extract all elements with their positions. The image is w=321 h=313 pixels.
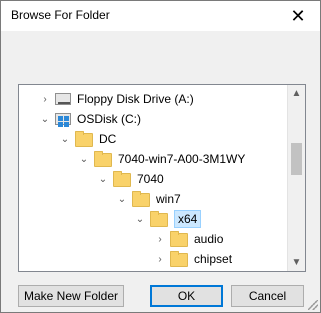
folder-icon <box>94 151 112 167</box>
browse-for-folder-dialog: Browse For Folder ✕ › Floppy Disk Drive … <box>0 0 321 313</box>
tree-item-7040-win7[interactable]: ⌄ 7040-win7-A00-3M1WY <box>78 149 245 169</box>
folder-icon <box>132 191 150 207</box>
tree-item-label-selected: x64 <box>174 210 202 228</box>
tree-item-label: OSDisk (C:) <box>77 112 141 126</box>
tree-item-win7[interactable]: ⌄ win7 <box>116 189 181 209</box>
folder-icon <box>150 211 168 227</box>
folder-tree[interactable]: › Floppy Disk Drive (A:) ⌄ OSDisk (C:) ⌄… <box>18 84 306 272</box>
chevron-down-icon[interactable]: ⌄ <box>116 193 128 205</box>
ok-button[interactable]: OK <box>150 285 223 307</box>
tree-item-label: audio <box>194 232 224 246</box>
title-bar: Browse For Folder ✕ <box>1 1 320 31</box>
scroll-up-button[interactable]: ▲ <box>288 85 305 102</box>
dialog-instruction-area <box>1 31 320 83</box>
chevron-down-icon[interactable]: ⌄ <box>59 133 71 145</box>
make-new-folder-button[interactable]: Make New Folder <box>18 285 124 307</box>
chevron-down-icon[interactable]: ⌄ <box>97 173 109 185</box>
folder-icon <box>170 231 188 247</box>
tree-item-label: 7040 <box>137 172 164 186</box>
vertical-scrollbar[interactable]: ▲ ▼ <box>287 85 305 271</box>
tree-item-7040[interactable]: ⌄ 7040 <box>97 169 164 189</box>
window-title: Browse For Folder <box>11 8 110 22</box>
tree-item-label: chipset <box>194 252 233 266</box>
resize-grip[interactable] <box>308 300 318 310</box>
windows-drive-icon <box>55 113 71 125</box>
scroll-down-icon: ▼ <box>291 257 302 268</box>
close-icon: ✕ <box>290 5 306 26</box>
folder-tree-content: › Floppy Disk Drive (A:) ⌄ OSDisk (C:) ⌄… <box>19 85 288 271</box>
tree-item-chipset[interactable]: › chipset <box>154 249 232 269</box>
tree-item-label: 7040-win7-A00-3M1WY <box>118 152 246 166</box>
folder-icon <box>75 131 93 147</box>
chevron-down-icon[interactable]: ⌄ <box>134 213 146 225</box>
close-button[interactable]: ✕ <box>276 1 320 31</box>
cancel-button[interactable]: Cancel <box>231 285 304 307</box>
folder-icon <box>170 251 188 267</box>
tree-item-x64[interactable]: ⌄ x64 <box>134 209 202 229</box>
tree-item-label: Floppy Disk Drive (A:) <box>77 92 194 106</box>
tree-item-label: win7 <box>156 192 181 206</box>
chevron-right-icon[interactable]: › <box>154 253 166 265</box>
scroll-up-icon: ▲ <box>291 88 302 99</box>
chevron-down-icon[interactable]: ⌄ <box>78 153 90 165</box>
floppy-drive-icon <box>55 93 71 105</box>
chevron-down-icon[interactable]: ⌄ <box>39 113 51 125</box>
scroll-thumb[interactable] <box>291 143 302 175</box>
chevron-right-icon[interactable]: › <box>39 93 51 105</box>
tree-item-dc[interactable]: ⌄ DC <box>59 129 116 149</box>
chevron-right-icon[interactable]: › <box>154 233 166 245</box>
folder-icon <box>113 171 131 187</box>
tree-item-audio[interactable]: › audio <box>154 229 223 249</box>
tree-item-label: DC <box>99 132 117 146</box>
tree-item-osdisk[interactable]: ⌄ OSDisk (C:) <box>39 109 141 129</box>
scroll-down-button[interactable]: ▼ <box>288 254 305 271</box>
tree-item-floppy-drive[interactable]: › Floppy Disk Drive (A:) <box>39 89 194 109</box>
